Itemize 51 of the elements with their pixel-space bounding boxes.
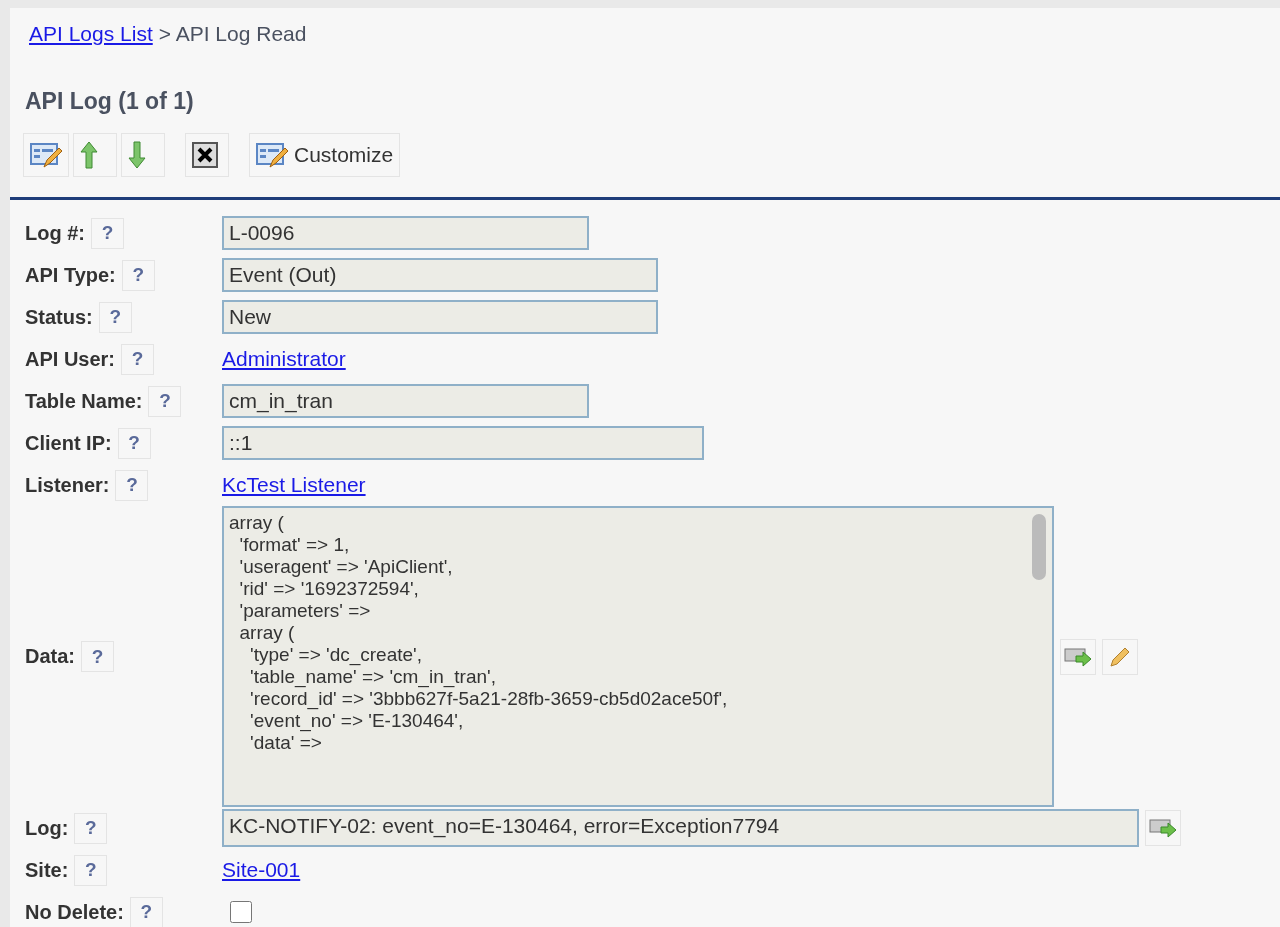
breadcrumb-link[interactable]: API Logs List: [29, 22, 153, 46]
field-label: Site:: [25, 858, 69, 882]
help-button[interactable]: ?: [148, 385, 182, 417]
log-field[interactable]: KC-NOTIFY-02: event_no=E-130464, error=Exception7794: [222, 809, 1139, 847]
field-link[interactable]: KcTest Listener: [222, 473, 366, 496]
no-delete-checkbox[interactable]: [230, 901, 252, 923]
field-label: API User:: [25, 347, 116, 371]
edit-button[interactable]: [23, 133, 69, 177]
close-icon: [192, 142, 218, 168]
readonly-field[interactable]: ::1: [222, 426, 704, 460]
help-button[interactable]: ?: [91, 217, 124, 249]
go-button[interactable]: [1060, 638, 1096, 675]
go-arrow-icon: [1149, 817, 1177, 839]
help-button[interactable]: ?: [115, 469, 149, 501]
field-label: Log #:: [25, 221, 85, 245]
help-button[interactable]: ?: [98, 301, 132, 333]
readonly-field[interactable]: cm_in_tran: [222, 384, 589, 418]
field-label: No Delete:: [25, 900, 124, 924]
help-button[interactable]: ?: [117, 427, 151, 459]
field-label: Client IP:: [25, 431, 112, 455]
go-arrow-icon: [1064, 645, 1092, 668]
field-label: Data:: [25, 645, 75, 668]
scrollbar-thumb[interactable]: [1032, 514, 1046, 580]
up-button[interactable]: [73, 133, 117, 177]
field-label: Table Name:: [25, 389, 143, 413]
field-label: API Type:: [25, 263, 116, 287]
field-link[interactable]: Site-001: [222, 858, 301, 881]
down-button[interactable]: [121, 133, 165, 177]
readonly-field[interactable]: Event (Out): [222, 258, 658, 292]
page-title: API Log (1 of 1): [24, 88, 195, 115]
help-button[interactable]: ?: [74, 854, 108, 886]
help-button[interactable]: ?: [129, 896, 163, 927]
breadcrumb-current: > API Log Read: [158, 22, 307, 46]
customize-button[interactable]: Customize: [249, 133, 401, 177]
readonly-field[interactable]: L-0096: [222, 216, 589, 250]
delete-button[interactable]: [185, 133, 229, 177]
field-label: Status:: [25, 305, 93, 329]
up-arrow-icon: [80, 141, 98, 169]
down-arrow-icon: [128, 141, 146, 169]
help-button[interactable]: ?: [74, 812, 108, 844]
field-label: Log:: [25, 816, 69, 840]
edit-button[interactable]: [1102, 638, 1138, 675]
data-textarea[interactable]: array ( 'format' => 1, 'useragent' => 'ApiClient', 'rid' => '1692372594', 'parameters' => array ( 'type' => 'dc_create', 'table_name' => 'cm_in_tran', 'record_id' => '3bbb627f-5a21-28fb-3659-cb5d02ace50f', 'event_no' => 'E-130464', 'data' =>: [222, 506, 1054, 807]
go-button[interactable]: [1145, 810, 1181, 846]
readonly-field[interactable]: New: [222, 300, 658, 334]
pencil-icon: [1109, 645, 1131, 668]
help-button[interactable]: ?: [121, 259, 155, 291]
help-button[interactable]: ?: [81, 641, 114, 672]
field-link[interactable]: Administrator: [222, 347, 346, 370]
help-button[interactable]: ?: [121, 343, 155, 375]
field-label: Listener:: [25, 473, 110, 497]
